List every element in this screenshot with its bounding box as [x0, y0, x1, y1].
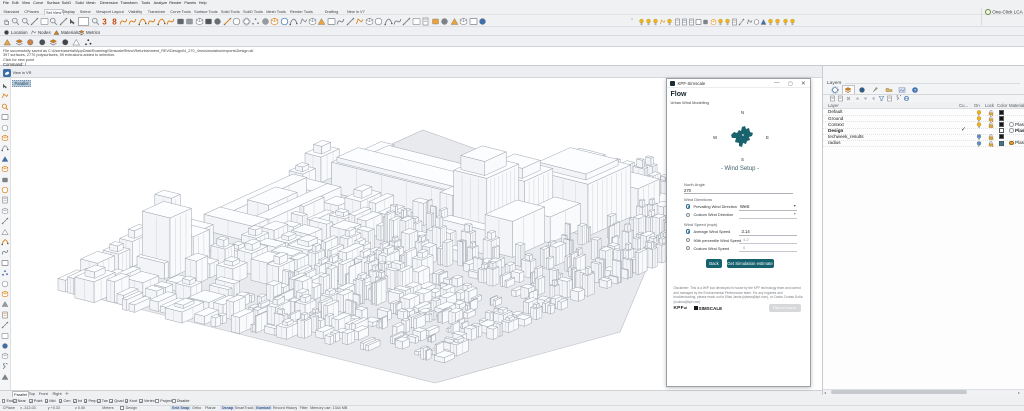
svg-text:8: 8: [112, 18, 117, 27]
svg-text:?: ?: [914, 87, 917, 93]
svg-text:3: 3: [102, 18, 107, 27]
